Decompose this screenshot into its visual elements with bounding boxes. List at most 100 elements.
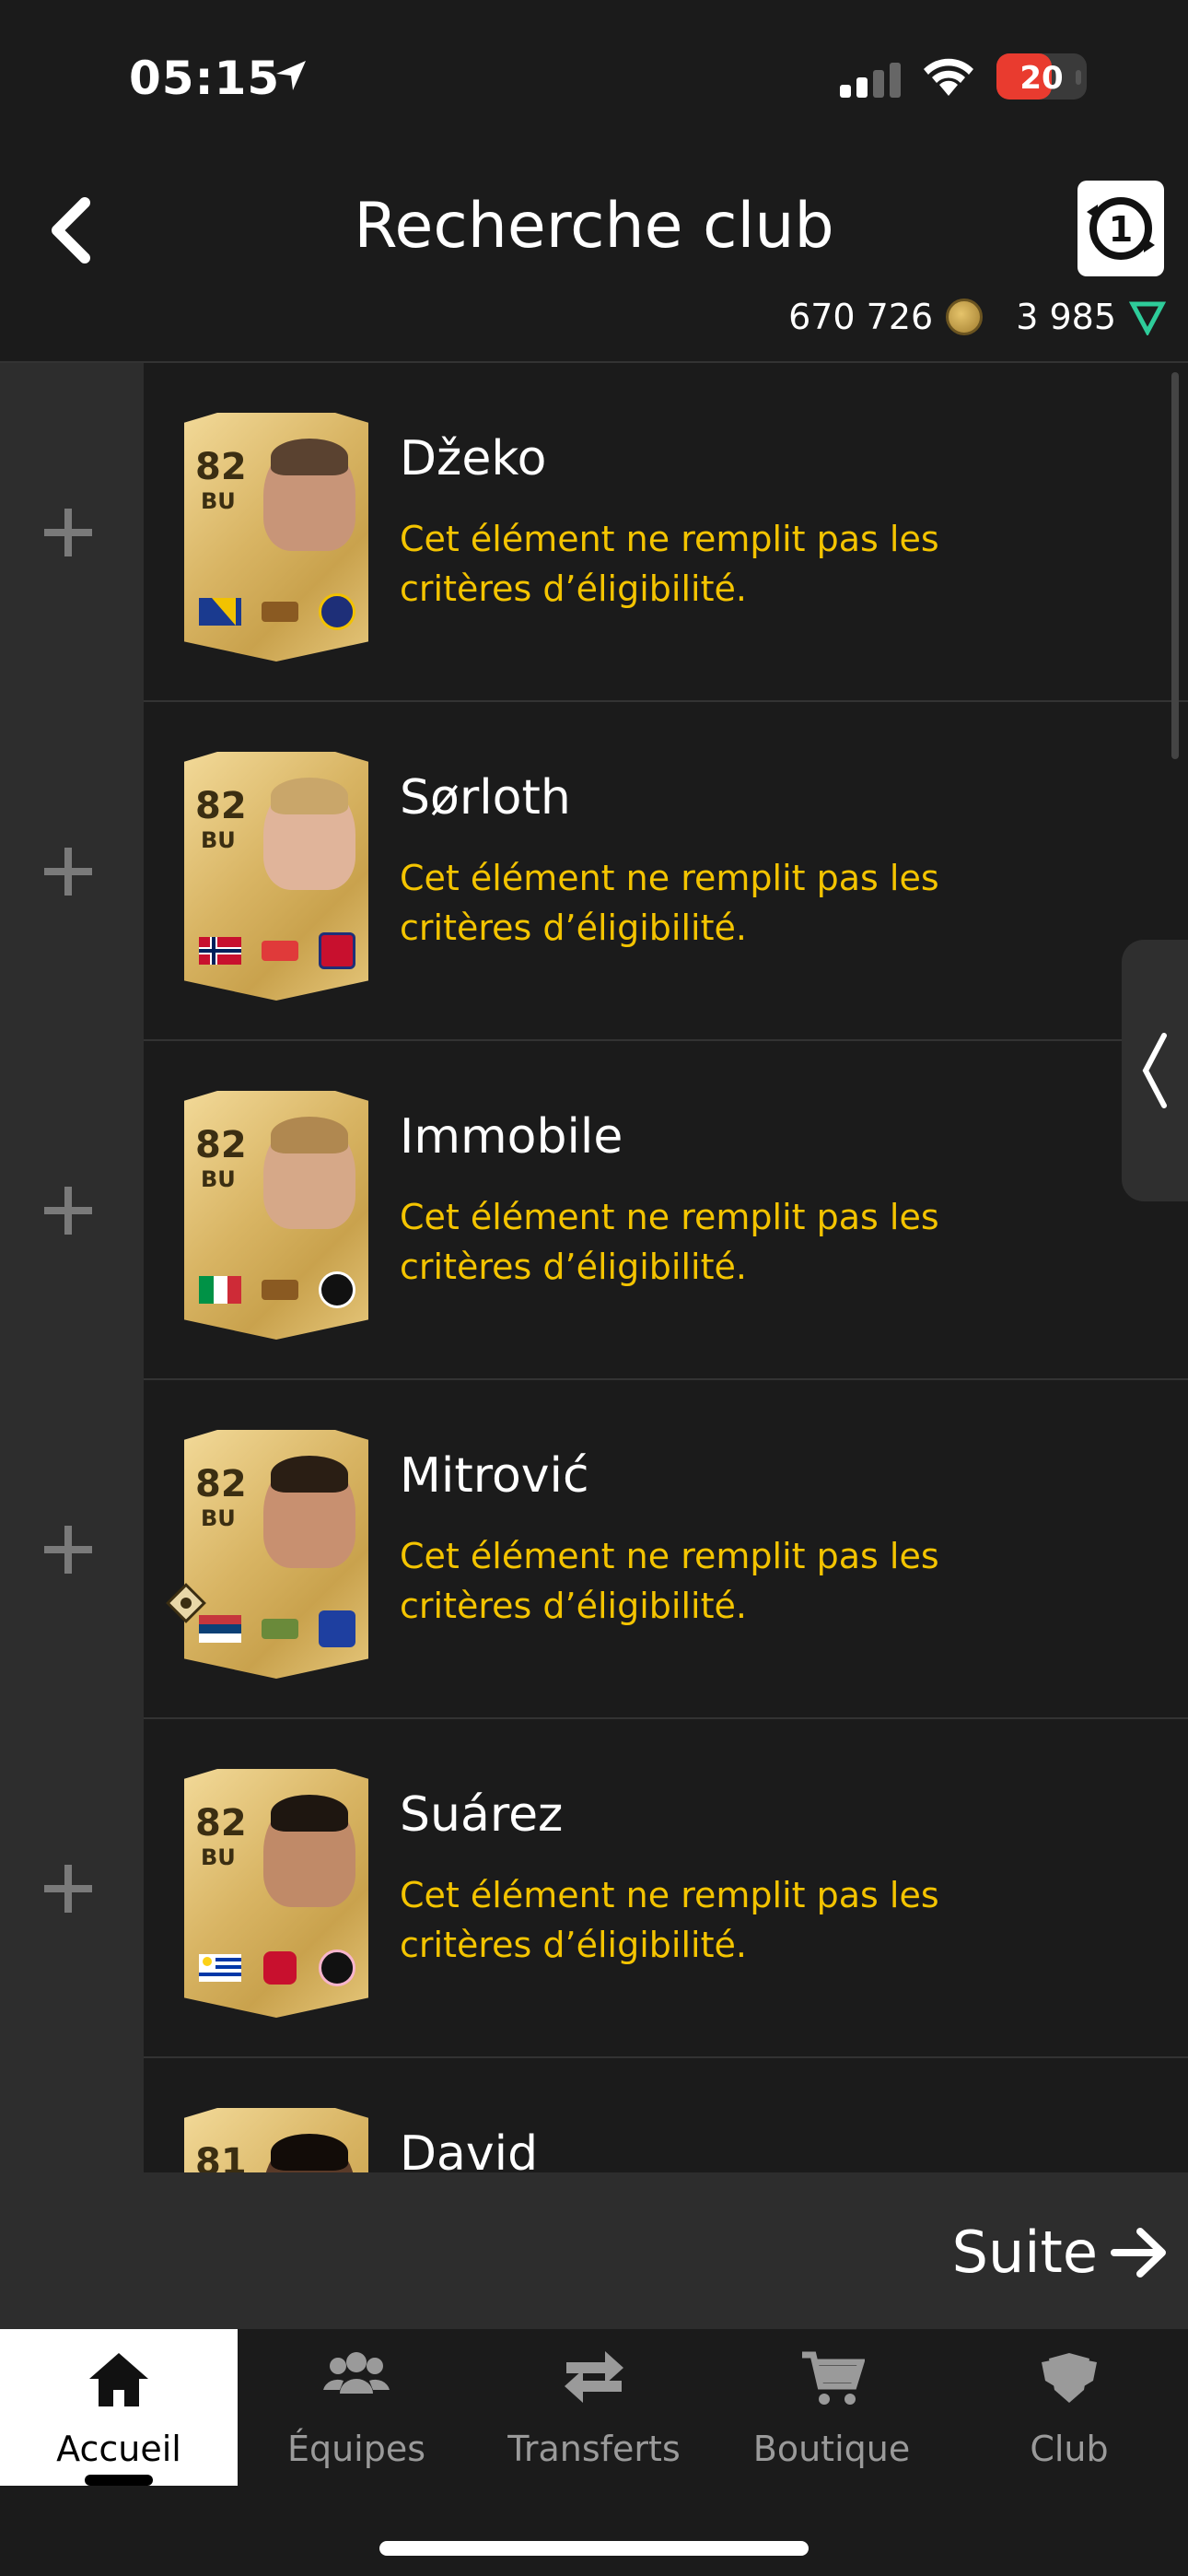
club-crest-icon [319,1610,355,1647]
flag-bosnia-icon [199,598,241,626]
league-logo-icon [262,1619,298,1639]
player-name: Mitrović [400,1448,589,1504]
player-card[interactable]: 82 BU [184,1769,368,2018]
nav-item-club[interactable]: Club [950,2329,1188,2486]
player-face [263,439,355,551]
nav-item-boutique[interactable]: Boutique [713,2329,950,2486]
player-face [263,1117,355,1229]
card-rating: 82 [195,785,247,827]
player-name: Džeko [400,431,547,486]
club-crest-icon [319,1271,355,1308]
add-plus-icon[interactable] [44,1865,92,1913]
card-position: BU [201,1166,236,1192]
club-crest-icon [319,593,355,630]
list-item[interactable]: 82 BU Immobile Cet élément ne remplit pa… [0,1041,1188,1380]
home-indicator[interactable] [379,2541,809,2556]
evolution-badge-icon [166,1583,206,1623]
card-badges [199,1950,355,1986]
status-time: 05:15 [129,52,281,105]
header: Recherche club 1 670 726 3 985 [0,157,1188,363]
add-plus-icon[interactable] [44,848,92,896]
league-logo-icon [263,1951,297,1985]
nav-label: Boutique [752,2429,911,2469]
add-plus-icon[interactable] [44,1526,92,1574]
player-face [263,778,355,890]
player-card[interactable]: 81 BU [184,2108,368,2172]
club-crest-icon [319,932,355,969]
flag-norway-icon [199,937,241,965]
nav-label: Transferts [507,2429,681,2469]
league-logo-icon [262,941,298,961]
player-name: Suárez [400,1787,564,1843]
squad-battles-logo-icon[interactable]: 1 [1077,181,1164,276]
card-badges [199,1610,355,1647]
nav-label: Équipes [286,2429,426,2469]
eligibility-warning: Cet élément ne remplit pas les critères … [400,1536,939,1626]
card-badges [199,593,355,630]
card-position: BU [201,488,236,514]
coin-icon [946,299,984,335]
eligibility-warning: Cet élément ne remplit pas les critères … [400,519,939,609]
nav-label: Club [1030,2429,1109,2469]
card-position: BU [201,1844,236,1870]
chevron-left-icon [1142,1033,1167,1108]
card-rating: 82 [195,1124,247,1166]
player-card[interactable]: 82 BU [184,1091,368,1340]
player-list: 82 BU Džeko Cet élément ne remplit pas l… [0,363,1188,2172]
card-position: BU [201,1505,236,1531]
player-face [263,1795,355,1907]
battery-level: 20 [1019,60,1064,97]
fc-points-icon [1129,301,1166,335]
player-name: David [400,2126,539,2172]
flag-italy-icon [199,1276,241,1304]
eligibility-warning: Cet élément ne remplit pas les critères … [400,858,939,948]
league-logo-icon [262,602,298,622]
list-item[interactable]: 81 BU David [0,2058,1188,2172]
bottom-nav: Accueil Équipes Transferts Boutique Club [0,2329,1188,2486]
list-item[interactable]: 82 BU Mitrović Cet élément ne remplit pa… [0,1380,1188,1719]
club-crest-icon [319,1950,355,1986]
home-icon [89,2353,148,2406]
next-page-label: Suite [951,2219,1098,2286]
club-icon [1042,2353,1097,2403]
list-item[interactable]: 82 BU Džeko Cet élément ne remplit pas l… [0,363,1188,702]
list-item[interactable]: 82 BU Sørloth Cet élément ne remplit pas… [0,702,1188,1041]
flag-uruguay-icon [199,1954,241,1982]
shop-icon [802,2351,865,2405]
card-position: BU [201,827,236,853]
player-name: Sørloth [400,770,571,825]
player-face [263,1456,355,1568]
coins-amount: 670 726 [788,297,934,337]
nav-item-accueil[interactable]: Accueil [0,2329,238,2486]
add-plus-icon[interactable] [44,1187,92,1235]
card-badges [199,932,355,969]
player-name: Immobile [400,1109,623,1165]
nav-item-equipes[interactable]: Équipes [238,2329,475,2486]
card-rating: 82 [195,446,247,488]
active-indicator [85,2475,153,2486]
eligibility-warning: Cet élément ne remplit pas les critères … [400,1197,939,1287]
add-plus-icon[interactable] [44,509,92,556]
svg-text:1: 1 [1109,209,1133,250]
transfers-icon [565,2351,623,2403]
status-bar: 05:15 20 [0,0,1188,157]
location-arrow-icon [276,61,306,90]
card-badges [199,1271,355,1308]
points-amount: 3 985 [1016,297,1116,337]
nav-item-transferts[interactable]: Transferts [475,2329,713,2486]
scrollbar[interactable] [1171,372,1179,759]
player-card[interactable]: 82 BU [184,413,368,662]
side-drawer-tab[interactable] [1122,940,1188,1201]
cellular-signal-icon [840,63,901,98]
next-page-button[interactable]: Suite [952,2219,1168,2286]
currency-display: 670 726 3 985 [788,297,1166,337]
list-item[interactable]: 82 BU Suárez Cet élément ne remplit pas … [0,1719,1188,2058]
card-rating: 81 [195,2141,247,2172]
battery-indicator: 20 [996,53,1087,100]
player-card[interactable]: 82 BU [184,752,368,1001]
player-face [263,2134,355,2172]
wifi-icon [924,58,973,96]
player-card[interactable]: 82 BU [184,1430,368,1679]
card-rating: 82 [195,1463,247,1505]
arrow-right-icon [1111,2227,1166,2277]
